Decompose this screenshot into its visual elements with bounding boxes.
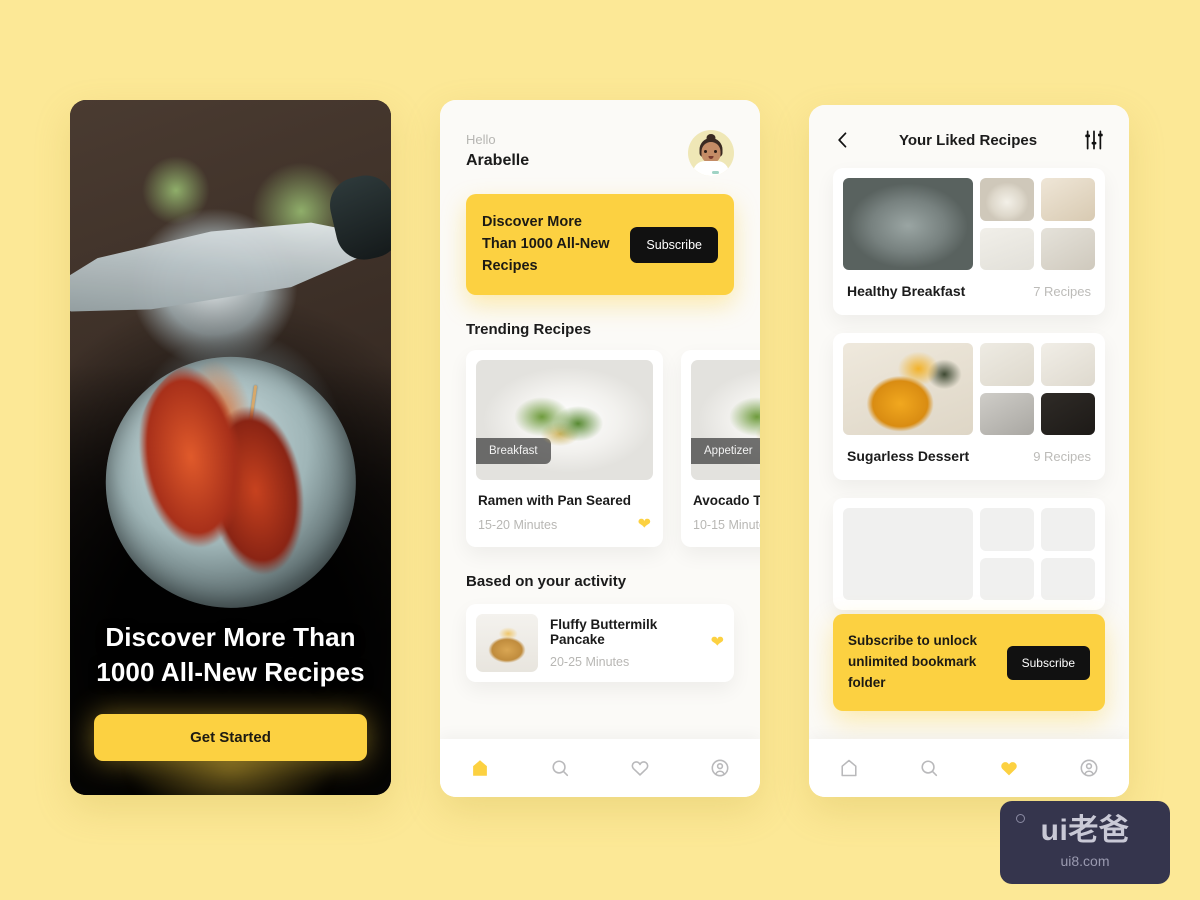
nav-home[interactable] — [829, 748, 869, 788]
placeholder-thumb — [1041, 508, 1095, 551]
recipe-category-tag: Breakfast — [476, 438, 551, 465]
placeholder-cover — [843, 508, 973, 600]
bottom-nav-liked — [809, 739, 1129, 797]
onboarding-headline: Discover More Than 1000 All-New Recipes — [96, 622, 365, 688]
subscribe-text: Subscribe to unlock unlimited bookmark f… — [848, 633, 978, 691]
recipe-thumbnail: Breakfast — [476, 360, 653, 481]
sliders-icon[interactable] — [1083, 130, 1105, 150]
user-name: Arabelle — [466, 151, 530, 169]
phone-screen-liked-recipes: Your Liked Recipes Healthy Breakfast 7 R… — [809, 105, 1129, 797]
folder-thumb — [1041, 343, 1095, 386]
recipe-thumbnail: Appetizer — [691, 360, 760, 481]
get-started-button[interactable]: Get Started — [94, 714, 367, 761]
nav-home[interactable] — [460, 748, 500, 788]
folder-cover-image — [843, 343, 973, 435]
heart-icon[interactable]: ❤ — [638, 517, 651, 533]
nav-search[interactable] — [909, 748, 949, 788]
recipe-name: Avocado Toast — [693, 493, 760, 509]
recipe-time: 10-15 Minutes — [693, 518, 760, 533]
recipe-time: 15-20 Minutes — [478, 518, 558, 533]
placeholder-grid — [843, 508, 1095, 600]
folder-thumb — [1041, 178, 1095, 221]
greeting-block: Hello Arabelle — [466, 130, 529, 170]
folder-name: Sugarless Dessert — [847, 448, 970, 464]
page-title: Your Liked Recipes — [898, 131, 1038, 149]
recipe-meta: 10-15 Minutes ❤ — [693, 517, 760, 533]
recipe-name: Ramen with Pan Seared — [478, 493, 632, 509]
liked-header: Your Liked Recipes — [809, 105, 1129, 150]
folder-thumb — [1041, 227, 1095, 270]
nav-profile[interactable] — [1069, 748, 1109, 788]
subscribe-banner: Subscribe to unlock unlimited bookmark f… — [833, 614, 1105, 711]
heart-icon[interactable]: ❤ — [711, 635, 724, 651]
trending-carousel[interactable]: Breakfast Ramen with Pan Seared 15-20 Mi… — [440, 350, 760, 548]
nav-favorites[interactable] — [989, 748, 1029, 788]
folder-caption: Healthy Breakfast 7 Recipes — [847, 283, 1091, 299]
section-title-activity: Based on your activity — [466, 573, 627, 591]
folder-caption: Sugarless Dessert 9 Recipes — [847, 448, 1091, 464]
avatar-chef-coat — [693, 161, 729, 176]
avatar-collar — [712, 171, 719, 174]
activity-recipe-name: Fluffy Buttermilk Pancake — [550, 617, 658, 648]
recipe-card[interactable]: Breakfast Ramen with Pan Seared 15-20 Mi… — [466, 350, 663, 548]
onboarding-copy: Discover More Than 1000 All-New Recipes … — [70, 620, 391, 761]
nav-profile[interactable] — [700, 748, 740, 788]
folder-thumbnails — [980, 343, 1095, 435]
recipe-category-tag: Appetizer — [691, 438, 760, 465]
folder-thumb — [980, 343, 1034, 386]
promo-subscribe-button[interactable]: Subscribe — [630, 226, 718, 263]
activity-recipe-time: 20-25 Minutes — [550, 655, 630, 670]
folder-image-grid — [843, 178, 1095, 270]
placeholder-thumb — [980, 557, 1034, 600]
canvas: Discover More Than 1000 All-New Recipes … — [0, 0, 1200, 900]
bottom-nav-home — [440, 739, 760, 797]
subscribe-button[interactable]: Subscribe — [1006, 645, 1090, 680]
folder-card-placeholder — [833, 498, 1105, 610]
watermark-logo: ui老爸 — [1040, 814, 1130, 847]
activity-list-item[interactable]: Fluffy Buttermilk Pancake 20-25 Minutes … — [466, 604, 734, 683]
avatar[interactable] — [688, 130, 734, 176]
home-header: Hello Arabelle — [440, 100, 760, 176]
folder-thumbnails — [980, 178, 1095, 270]
watermark-url: ui8.com — [1060, 853, 1110, 869]
watermark: ui老爸 ui8.com — [1000, 801, 1170, 884]
hero-image: Discover More Than 1000 All-New Recipes … — [70, 100, 391, 795]
nav-search[interactable] — [540, 748, 580, 788]
nav-favorites[interactable] — [620, 748, 660, 788]
chevron-left-icon[interactable] — [833, 130, 853, 150]
folder-thumb — [1041, 392, 1095, 435]
folder-card[interactable]: Healthy Breakfast 7 Recipes — [833, 168, 1105, 315]
folder-thumb — [980, 178, 1034, 221]
phone-screen-onboarding: Discover More Than 1000 All-New Recipes … — [70, 100, 391, 795]
folder-thumb — [980, 227, 1034, 270]
watermark-dot-icon — [1016, 814, 1025, 823]
folder-name: Healthy Breakfast — [847, 283, 966, 299]
folder-thumb — [980, 392, 1034, 435]
folder-card[interactable]: Sugarless Dessert 9 Recipes — [833, 333, 1105, 480]
home-scroll-area[interactable]: Hello Arabelle Discover More Than 1000 A… — [440, 100, 760, 739]
avatar-eye-left — [704, 150, 707, 153]
placeholder-thumb — [980, 508, 1034, 551]
folder-recipe-count: 9 Recipes — [1033, 448, 1091, 464]
section-title-trending: Trending Recipes — [466, 321, 592, 339]
folder-recipe-count: 7 Recipes — [1033, 283, 1091, 299]
placeholder-thumb — [1041, 557, 1095, 600]
placeholder-thumbnails — [980, 508, 1095, 600]
promo-banner: Discover More Than 1000 All-New Recipes … — [466, 194, 734, 296]
folder-cover-image — [843, 178, 973, 270]
activity-info: Fluffy Buttermilk Pancake 20-25 Minutes — [550, 617, 699, 669]
activity-thumbnail — [476, 614, 538, 673]
recipe-card[interactable]: Appetizer Avocado Toast 10-15 Minutes ❤ — [681, 350, 760, 548]
promo-text: Discover More Than 1000 All-New Recipes — [482, 214, 610, 274]
folder-image-grid — [843, 343, 1095, 435]
phone-screen-home: Hello Arabelle Discover More Than 1000 A… — [440, 100, 760, 797]
recipe-meta: 15-20 Minutes ❤ — [478, 517, 651, 533]
greeting-label: Hello — [466, 132, 496, 147]
avatar-eye-right — [714, 150, 717, 153]
